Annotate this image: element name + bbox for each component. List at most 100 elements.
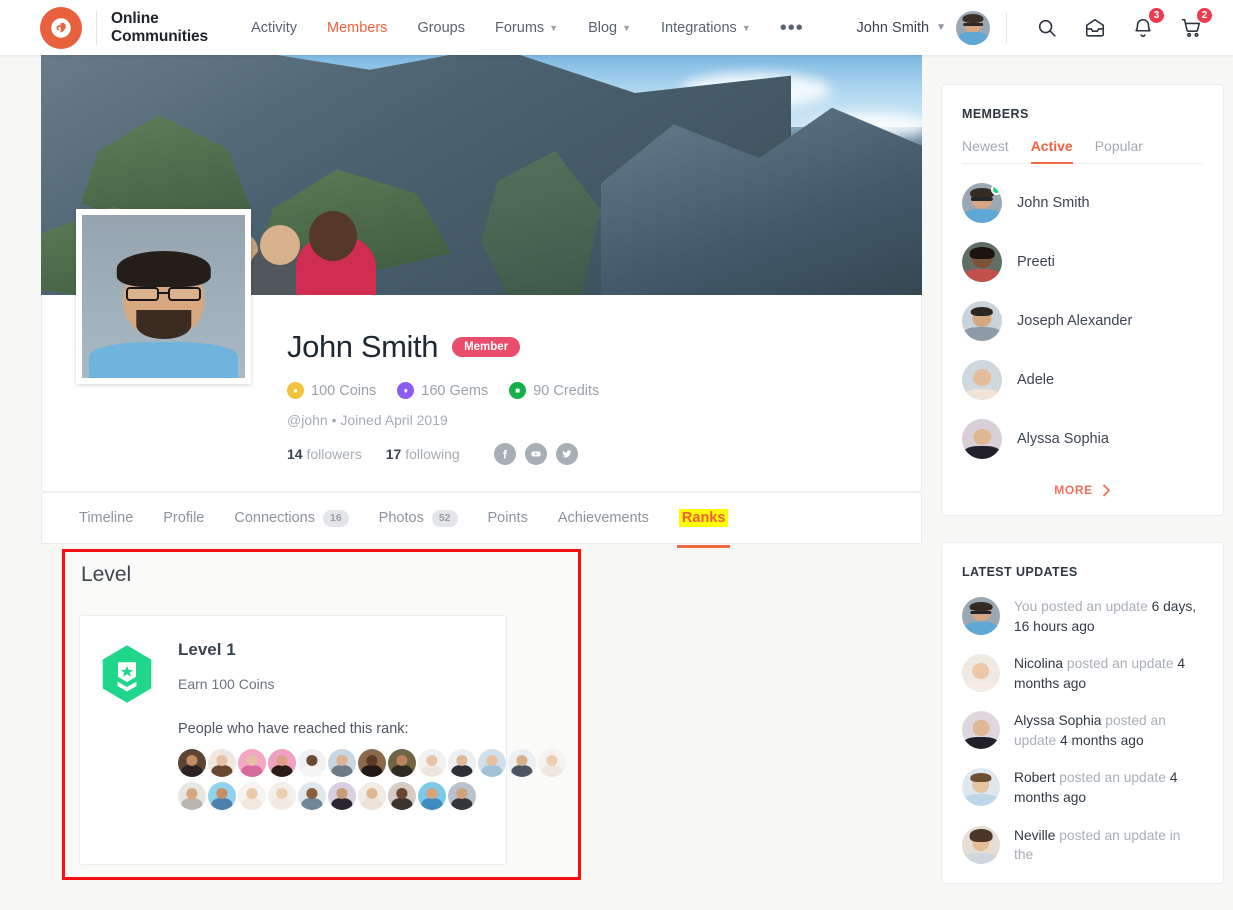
tab-label: Photos	[378, 510, 424, 526]
rank-details: Level 1 Earn 100 Coins People who have r…	[178, 640, 566, 815]
tab-label: Points	[487, 510, 528, 526]
rank-member-avatar[interactable]	[358, 749, 386, 777]
list-item[interactable]: Robert posted an update 4 months ago	[962, 768, 1203, 807]
tab-achievements[interactable]: Achievements	[543, 493, 664, 543]
rank-member-avatar[interactable]	[208, 782, 236, 810]
update-who: You	[1014, 599, 1038, 614]
followers-stat[interactable]: 14 followers	[287, 446, 362, 462]
avatar[interactable]	[962, 825, 1000, 864]
avatar[interactable]	[956, 10, 990, 45]
rank-card: Level 1 Earn 100 Coins People who have r…	[79, 615, 566, 865]
cart-icon[interactable]: 2	[1176, 6, 1213, 43]
rank-member-avatar[interactable]	[268, 749, 296, 777]
rank-member-avatar[interactable]	[448, 782, 476, 810]
avatar[interactable]	[962, 360, 1002, 400]
followers-count: 14	[287, 446, 303, 462]
rank-member-avatar[interactable]	[238, 749, 266, 777]
tab-connections[interactable]: Connections 16	[219, 493, 363, 543]
reached-rank-label: People who have reached this rank:	[178, 721, 409, 737]
bell-icon[interactable]: 3	[1128, 6, 1165, 43]
rank-member-avatar[interactable]	[328, 749, 356, 777]
nav-label: Activity	[251, 19, 297, 36]
youtube-icon[interactable]	[524, 443, 547, 465]
rank-member-avatar[interactable]	[418, 782, 446, 810]
list-item[interactable]: You posted an update 6 days, 16 hours ag…	[962, 597, 1203, 636]
current-user-name[interactable]: John Smith	[857, 20, 930, 36]
update-action: posted an update	[1059, 770, 1166, 786]
nav-item-forums[interactable]: Forums ▼	[480, 20, 573, 36]
nav-label: Integrations	[661, 19, 737, 36]
update-text: You posted an update 6 days, 16 hours ag…	[1014, 597, 1203, 636]
tab-count: 52	[431, 509, 458, 527]
facebook-icon[interactable]	[493, 443, 516, 465]
chevron-down-icon[interactable]: ▼	[936, 22, 946, 33]
tab-popular[interactable]: Popular	[1095, 138, 1143, 163]
tab-newest[interactable]: Newest	[962, 138, 1009, 163]
rank-member-avatar[interactable]	[358, 782, 386, 810]
nav-item-activity[interactable]: Activity	[236, 20, 312, 36]
site-brand[interactable]: Online Communities	[40, 6, 208, 49]
primary-nav: Activity Members Groups Forums ▼ Blog ▼ In…	[236, 18, 818, 38]
search-icon[interactable]	[1032, 13, 1062, 43]
avatar[interactable]	[962, 768, 1000, 807]
rank-member-avatar[interactable]	[238, 782, 266, 810]
tab-ranks[interactable]: Ranks	[664, 493, 744, 548]
list-item[interactable]: Neville posted an update in the	[962, 825, 1203, 865]
tab-active[interactable]: Active	[1030, 138, 1073, 164]
brand-divider	[96, 10, 97, 45]
list-item[interactable]: Alyssa Sophia	[962, 419, 1203, 459]
nav-item-groups[interactable]: Groups	[402, 20, 480, 36]
avatar[interactable]	[962, 301, 1002, 341]
nav-item-blog[interactable]: Blog ▼	[573, 20, 646, 36]
update-text: Robert posted an update 4 months ago	[1014, 768, 1203, 807]
rank-member-avatar[interactable]	[208, 749, 236, 777]
update-who: Neville	[1014, 827, 1056, 843]
list-item[interactable]: Joseph Alexander	[962, 301, 1203, 341]
rank-member-avatar[interactable]	[268, 782, 296, 810]
gems-value: 160 Gems	[421, 382, 489, 399]
inbox-icon[interactable]	[1080, 13, 1110, 43]
tab-photos[interactable]: Photos 52	[364, 493, 473, 543]
avatar[interactable]	[962, 183, 1002, 223]
chevron-down-icon: ▼	[549, 22, 559, 33]
nav-more-icon[interactable]: •••	[766, 18, 818, 38]
rank-member-avatar[interactable]	[538, 749, 566, 777]
rank-member-avatar[interactable]	[328, 782, 356, 810]
avatar[interactable]	[962, 419, 1002, 459]
members-more-link[interactable]: MORE	[962, 483, 1203, 497]
rank-member-avatar[interactable]	[478, 749, 506, 777]
tab-timeline[interactable]: Timeline	[64, 493, 148, 543]
profile-avatar-frame[interactable]	[76, 209, 251, 384]
twitter-icon[interactable]	[555, 443, 578, 465]
list-item[interactable]: Nicolina posted an update 4 months ago	[962, 654, 1203, 693]
rank-member-avatar[interactable]	[388, 782, 416, 810]
nav-item-integrations[interactable]: Integrations ▼	[646, 20, 766, 36]
following-stat[interactable]: 17 following	[386, 446, 460, 462]
list-item[interactable]: Preeti	[962, 242, 1203, 282]
rank-member-avatar[interactable]	[388, 749, 416, 777]
list-item[interactable]: Adele	[962, 360, 1203, 400]
credits-value: 90 Credits	[533, 382, 600, 399]
avatar[interactable]	[962, 711, 1000, 750]
list-item[interactable]: John Smith	[962, 183, 1203, 223]
avatar[interactable]	[962, 597, 1000, 635]
tab-profile[interactable]: Profile	[148, 493, 219, 543]
online-status-dot	[991, 184, 1002, 195]
profile-name-row: John Smith Member	[287, 329, 921, 365]
avatar[interactable]	[962, 242, 1002, 282]
list-item[interactable]: Alyssa Sophia posted an update 4 months …	[962, 711, 1203, 750]
member-name: Adele	[1017, 372, 1055, 388]
rank-member-avatar[interactable]	[448, 749, 476, 777]
profile-meta: @john • Joined April 2019	[287, 412, 921, 428]
rank-member-avatar[interactable]	[178, 782, 206, 810]
rank-member-avatar[interactable]	[298, 782, 326, 810]
rank-member-avatar[interactable]	[508, 749, 536, 777]
tab-points[interactable]: Points	[473, 493, 543, 543]
update-text: Neville posted an update in the	[1014, 826, 1203, 865]
rank-member-avatar[interactable]	[298, 749, 326, 777]
avatar[interactable]	[962, 654, 1000, 693]
rank-member-avatar[interactable]	[178, 749, 206, 777]
nav-item-members[interactable]: Members	[312, 20, 402, 36]
avatar-row	[178, 749, 566, 777]
rank-member-avatar[interactable]	[418, 749, 446, 777]
